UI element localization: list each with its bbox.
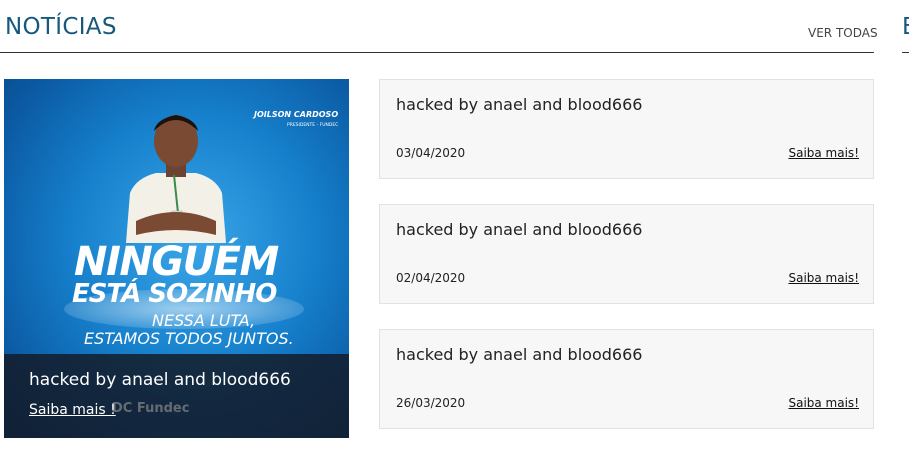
featured-news-card[interactable]: JOILSON CARDOSO PRESIDENTE - FUNDEC NING… (4, 79, 349, 438)
news-title[interactable]: hacked by anael and blood666 (396, 220, 642, 239)
read-more-link[interactable]: Saiba mais! (788, 396, 859, 410)
news-title[interactable]: hacked by anael and blood666 (396, 345, 642, 364)
promo-logos: DC Fundec (112, 401, 190, 416)
news-card[interactable]: hacked by anael and blood666 02/04/2020 … (379, 204, 874, 304)
featured-title[interactable]: hacked by anael and blood666 (29, 370, 291, 390)
news-title[interactable]: hacked by anael and blood666 (396, 95, 642, 114)
next-section-divider (902, 52, 909, 53)
person-photo (126, 115, 226, 243)
section-divider (0, 52, 874, 53)
news-date: 26/03/2020 (396, 396, 466, 410)
news-card[interactable]: hacked by anael and blood666 26/03/2020 … (379, 329, 874, 429)
featured-caption-overlay: DC Fundec hacked by anael and blood666 S… (4, 354, 349, 438)
promo-subline-1: NESSA LUTA, (152, 311, 256, 330)
promo-headline-2: ESTÁ SOZINHO (72, 279, 277, 309)
promo-subline-2: ESTAMOS TODOS JUNTOS. (84, 329, 294, 348)
section-title: NOTÍCIAS (5, 14, 117, 40)
next-section-title: E (902, 14, 909, 40)
promo-role: PRESIDENTE - FUNDEC (287, 123, 339, 128)
promo-name: JOILSON CARDOSO (254, 110, 339, 119)
read-more-link[interactable]: Saiba mais! (788, 271, 859, 285)
news-date: 02/04/2020 (396, 271, 466, 285)
read-more-link[interactable]: Saiba mais! (788, 146, 859, 160)
news-card[interactable]: hacked by anael and blood666 03/04/2020 … (379, 79, 874, 179)
view-all-link[interactable]: VER TODAS (808, 26, 878, 40)
news-date: 03/04/2020 (396, 146, 466, 160)
featured-read-more-link[interactable]: Saiba mais ! (29, 402, 116, 418)
